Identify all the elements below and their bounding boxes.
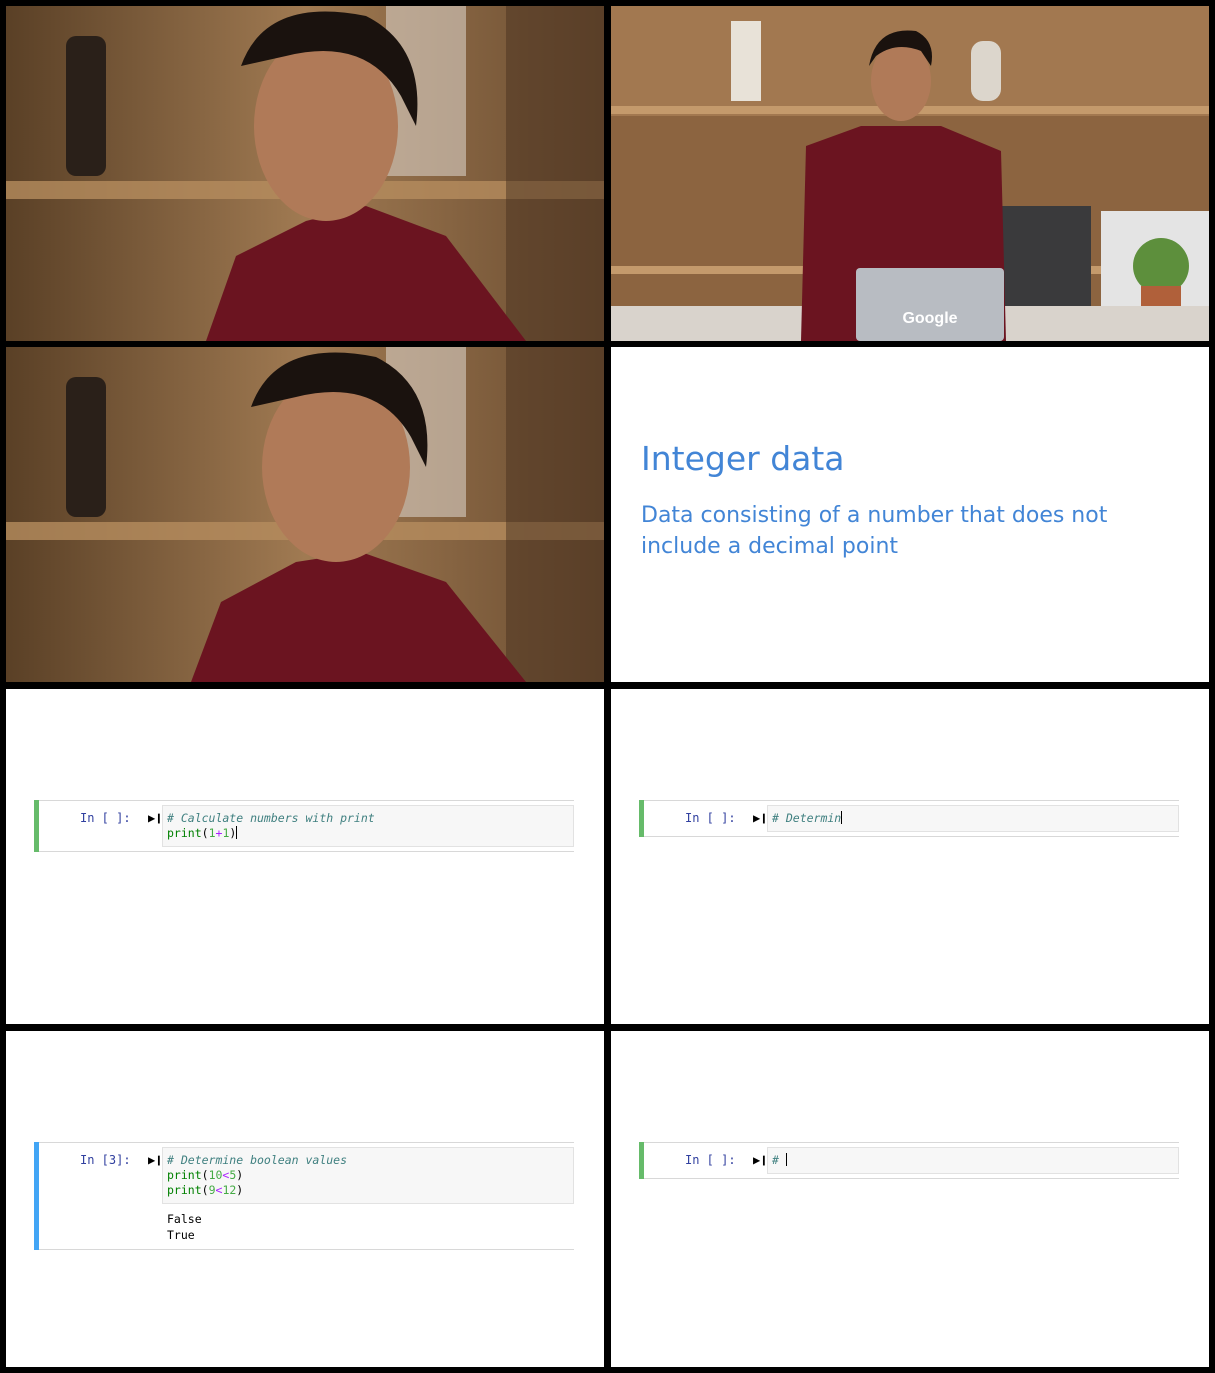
notebook-frame-4: In [ ]: ▶❙ # xyxy=(611,1031,1209,1367)
cell-edit-indicator xyxy=(34,800,39,852)
code-token: ( xyxy=(201,1183,209,1197)
cell-input[interactable]: # Calculate numbers with print print(1+1) xyxy=(162,805,574,847)
code-line: # xyxy=(772,1153,1174,1168)
code-token: 10 xyxy=(208,1168,223,1182)
code-cell[interactable]: In [ ]: ▶❙ # Determin xyxy=(639,800,1179,837)
slide-integer-data: Integer data Data consisting of a number… xyxy=(611,347,1209,682)
slide-title: Integer data xyxy=(641,439,845,478)
run-cell-icon[interactable]: ▶❙ xyxy=(148,811,162,825)
code-token: # Determine boolean values xyxy=(167,1153,348,1167)
code-token: 12 xyxy=(222,1183,237,1197)
presenter-closeup-image xyxy=(6,6,604,341)
video-frame-presenter-closeup-2 xyxy=(6,347,604,682)
notebook-frame-1: In [ ]: ▶❙ # Calculate numbers with prin… xyxy=(6,689,604,1024)
cell-input[interactable]: # xyxy=(767,1147,1179,1174)
output-line: False xyxy=(167,1212,202,1226)
run-cell-icon[interactable]: ▶❙ xyxy=(148,1153,162,1167)
cell-output: False True xyxy=(167,1211,202,1243)
code-token: ) xyxy=(236,1168,244,1182)
presenter-standing-image: Google xyxy=(611,6,1209,341)
notebook-frame-2: In [ ]: ▶❙ # Determin xyxy=(611,689,1209,1024)
code-line: print(10<5) xyxy=(167,1168,569,1183)
code-token: ( xyxy=(201,1168,209,1182)
cell-command-indicator xyxy=(34,1142,39,1250)
run-cell-icon[interactable]: ▶❙ xyxy=(753,1153,767,1167)
text-cursor xyxy=(841,811,843,824)
code-token: # Determin xyxy=(772,811,842,825)
cell-prompt: In [ ]: xyxy=(685,1153,736,1167)
code-token: print xyxy=(167,1183,202,1197)
cell-prompt: In [ ]: xyxy=(685,811,736,825)
code-token: # xyxy=(772,1153,786,1167)
code-token: print xyxy=(167,826,202,840)
code-token: ) xyxy=(229,826,237,840)
code-token: ) xyxy=(236,1183,244,1197)
cell-edit-indicator xyxy=(639,800,644,837)
code-token: # Calculate numbers with print xyxy=(167,811,375,825)
code-line: # Determine boolean values xyxy=(167,1153,569,1168)
cell-prompt: In [ ]: xyxy=(80,811,131,825)
code-line: # Calculate numbers with print xyxy=(167,811,569,826)
cell-edit-indicator xyxy=(639,1142,644,1179)
cell-input[interactable]: # Determine boolean values print(10<5) pri… xyxy=(162,1147,574,1204)
cell-prompt: In [3]: xyxy=(80,1153,131,1167)
code-cell[interactable]: In [ ]: ▶❙ # xyxy=(639,1142,1179,1179)
laptop-logo: Google xyxy=(902,310,957,327)
code-token: print xyxy=(167,1168,202,1182)
code-token: ( xyxy=(201,826,209,840)
code-line: # Determin xyxy=(772,811,1174,826)
video-frame-presenter-standing: Google xyxy=(611,6,1209,341)
video-frame-grid: Google Integer data Data consisting of a… xyxy=(0,0,1215,1373)
code-cell[interactable]: In [3]: ▶❙ # Determine boolean values pri… xyxy=(34,1142,574,1250)
run-cell-icon[interactable]: ▶❙ xyxy=(753,811,767,825)
text-cursor xyxy=(236,826,238,839)
code-line: print(9<12) xyxy=(167,1183,569,1198)
notebook-frame-3: In [3]: ▶❙ # Determine boolean values pri… xyxy=(6,1031,604,1367)
code-token: 1 xyxy=(208,826,216,840)
slide-definition: Data consisting of a number that does no… xyxy=(641,503,1108,559)
presenter-closeup-image-2 xyxy=(6,347,604,682)
output-line: True xyxy=(167,1228,195,1242)
cell-input[interactable]: # Determin xyxy=(767,805,1179,832)
code-cell[interactable]: In [ ]: ▶❙ # Calculate numbers with prin… xyxy=(34,800,574,852)
video-frame-presenter-closeup xyxy=(6,6,604,341)
text-cursor xyxy=(785,1153,787,1166)
code-token: 9 xyxy=(208,1183,216,1197)
code-line: print(1+1) xyxy=(167,826,569,841)
